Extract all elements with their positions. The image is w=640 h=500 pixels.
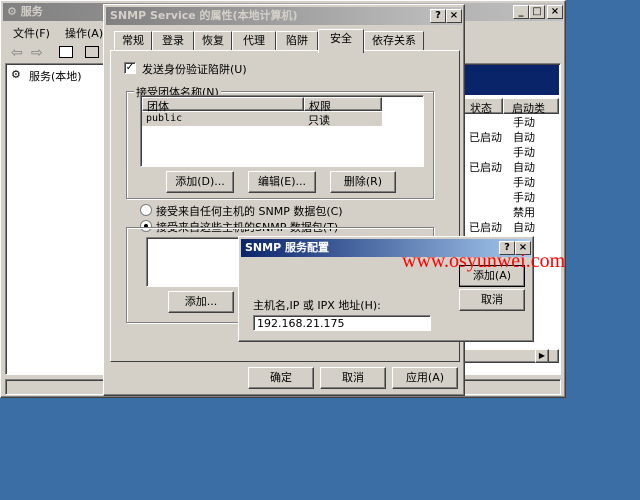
status-row[interactable]: 已启动 bbox=[469, 159, 502, 175]
add-community-button[interactable]: 添加(D)... bbox=[166, 171, 234, 193]
status-row[interactable]: 已启动 bbox=[469, 129, 502, 145]
tree-pane bbox=[5, 63, 105, 375]
status-row[interactable]: 手动 bbox=[513, 114, 535, 130]
status-row[interactable]: 已启动 bbox=[469, 219, 502, 235]
console-tree-icon[interactable] bbox=[59, 46, 73, 58]
column-header-startup[interactable]: 启动类 bbox=[503, 98, 559, 115]
column-header-status[interactable]: 状态 bbox=[463, 98, 503, 115]
column-header-community[interactable]: 团体 bbox=[142, 97, 304, 113]
send-trap-label: 发送身份验证陷阱(U) bbox=[142, 63, 247, 76]
close-button[interactable]: × bbox=[446, 9, 462, 23]
properties-icon[interactable] bbox=[85, 46, 99, 58]
forward-arrow-icon[interactable]: ⇨ bbox=[31, 45, 43, 61]
edit-community-button[interactable]: 编辑(E)... bbox=[248, 171, 316, 193]
host-address-label: 主机名,IP 或 IPX 地址(H): bbox=[253, 299, 381, 312]
status-row[interactable]: 手动 bbox=[513, 144, 535, 160]
tree-item-services-local[interactable]: 服务(本地) bbox=[29, 68, 82, 84]
back-arrow-icon[interactable]: ⇦ bbox=[11, 45, 23, 61]
watermark-text: www.osyunwei.com bbox=[402, 250, 566, 272]
gear-icon: ⚙ bbox=[11, 68, 21, 81]
tab-logon[interactable]: 登录 bbox=[152, 31, 194, 51]
scroll-right-arrow-icon[interactable]: ▶ bbox=[535, 349, 549, 363]
status-row[interactable]: 手动 bbox=[513, 174, 535, 190]
extended-header-band bbox=[463, 65, 559, 95]
apply-button[interactable]: 应用(A) bbox=[392, 367, 458, 389]
help-button[interactable]: ? bbox=[430, 9, 446, 23]
host-address-input[interactable]: 192.168.21.175 bbox=[253, 315, 431, 331]
add-host-button[interactable]: 添加... bbox=[168, 291, 234, 313]
host-address-value: 192.168.21.175 bbox=[257, 317, 345, 330]
community-rights: 只读 bbox=[308, 114, 330, 127]
cancel-button[interactable]: 取消 bbox=[320, 367, 386, 389]
status-row[interactable]: 自动 bbox=[513, 159, 535, 175]
ok-button[interactable]: 确定 bbox=[248, 367, 314, 389]
tab-agent[interactable]: 代理 bbox=[232, 31, 276, 51]
radio-accept-any-label: 接受来自任何主机的 SNMP 数据包(C) bbox=[156, 205, 343, 218]
minimize-button[interactable]: _ bbox=[513, 5, 529, 19]
tab-general[interactable]: 常规 bbox=[114, 31, 152, 51]
send-trap-checkbox[interactable]: ✓ bbox=[124, 62, 136, 74]
status-row[interactable]: 自动 bbox=[513, 129, 535, 145]
table-row[interactable]: public 只读 bbox=[142, 112, 382, 127]
props-title: SNMP Service 的属性(本地计算机) bbox=[110, 9, 298, 22]
delete-community-button[interactable]: 删除(R) bbox=[330, 171, 396, 193]
maximize-button[interactable]: □ bbox=[529, 5, 545, 19]
cancel-button[interactable]: 取消 bbox=[459, 289, 525, 311]
tab-recovery[interactable]: 恢复 bbox=[194, 31, 232, 51]
tab-traps[interactable]: 陷阱 bbox=[276, 31, 318, 51]
status-row[interactable]: 自动 bbox=[513, 219, 535, 235]
status-row[interactable]: 禁用 bbox=[513, 204, 535, 220]
close-button[interactable]: × bbox=[547, 5, 563, 19]
tab-strip: 常规 登录 恢复 代理 陷阱 安全 依存关系 bbox=[110, 29, 460, 53]
column-header-rights[interactable]: 权限 bbox=[304, 97, 382, 113]
menu-file[interactable]: 文件(F) bbox=[13, 25, 50, 41]
radio-accept-any-host[interactable] bbox=[140, 204, 152, 216]
config-title: SNMP 服务配置 bbox=[245, 241, 329, 254]
community-name: public bbox=[146, 113, 183, 124]
gear-icon: ⚙ bbox=[7, 5, 21, 18]
services-title: 服务 bbox=[20, 5, 43, 18]
menu-action[interactable]: 操作(A) bbox=[65, 25, 103, 41]
tab-dependencies[interactable]: 依存关系 bbox=[364, 31, 424, 51]
status-row[interactable]: 手动 bbox=[513, 189, 535, 205]
tab-security[interactable]: 安全 bbox=[318, 29, 364, 53]
props-titlebar[interactable]: SNMP Service 的属性(本地计算机) ? × bbox=[106, 7, 462, 25]
